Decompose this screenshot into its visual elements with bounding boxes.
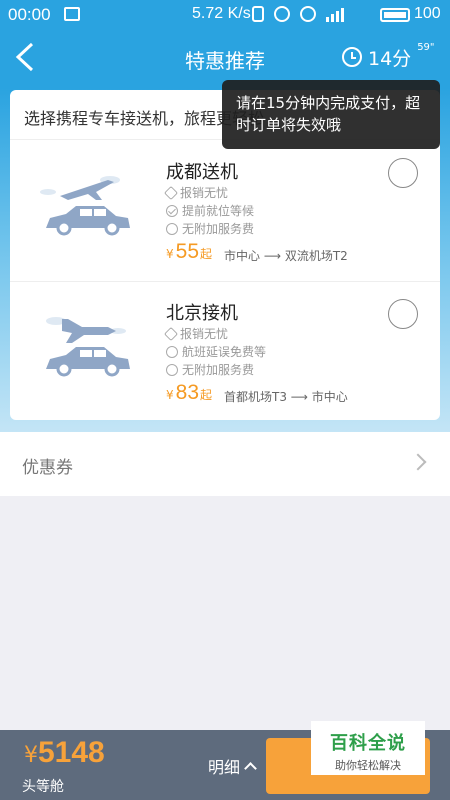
wifi-icon [300, 6, 316, 22]
service-route: 首都机场T3 ⟶ 市中心 [224, 390, 348, 404]
car-plane-illustration [40, 176, 130, 236]
feature-item: 无附加服务费 [166, 361, 254, 378]
total-price: ¥ 5148 [24, 736, 105, 769]
service-select-radio[interactable] [388, 299, 418, 329]
alarm-icon [274, 6, 290, 22]
feature-item: 航班延误免费等 [166, 343, 266, 360]
service-route: 市中心 ⟶ 双流机场T2 [224, 249, 348, 263]
price-detail-button[interactable]: 明细 [208, 754, 257, 778]
payment-timeout-tooltip: 请在15分钟内完成支付，超时订单将失效哦 [222, 80, 440, 149]
check-icon [166, 204, 178, 217]
payment-countdown: 14分 59" [342, 42, 435, 71]
receipt-icon [163, 326, 179, 341]
service-item-chengdu-dropoff[interactable]: 成都送机 报销无忧 提前就位等候 无附加服务费 ¥ 55 起 市中心 ⟶ 双流机… [10, 142, 440, 282]
service-item-beijing-pickup[interactable]: 北京接机 报销无忧 航班延误免费等 无附加服务费 ¥ 83 起 首都机场T3 ⟶… [10, 283, 440, 420]
watermark-title: 百科全说 [330, 733, 406, 754]
status-bar: 00:00 5.72 K/s 100 [0, 0, 450, 30]
service-price: ¥ 83 起 [166, 381, 213, 404]
chevron-up-icon [244, 761, 257, 775]
watermark-subtitle: 助你轻松解决 [335, 759, 401, 772]
clock-icon [342, 47, 362, 67]
coupon-row[interactable]: 优惠券 [0, 432, 450, 496]
no-fee-icon [166, 363, 178, 376]
status-icons [252, 6, 344, 22]
image-notification-icon [64, 7, 80, 21]
chevron-right-icon [409, 453, 427, 471]
battery-icon [380, 8, 410, 22]
clock-icon [166, 345, 178, 358]
service-title: 北京接机 [166, 303, 238, 324]
countdown-seconds: 59" [417, 42, 435, 53]
signal-icon [326, 6, 344, 22]
coupon-label: 优惠券 [22, 458, 73, 478]
service-select-radio[interactable] [388, 158, 418, 188]
network-speed: 5.72 K/s [192, 5, 251, 22]
cabin-class: 头等舱 [22, 779, 64, 795]
feature-item: 报销无忧 [163, 184, 228, 201]
battery-level: 100 [414, 5, 441, 22]
service-title: 成都送机 [166, 162, 238, 183]
feature-item: 提前就位等候 [166, 202, 254, 219]
receipt-icon [163, 185, 179, 200]
vibrate-icon [252, 6, 264, 22]
feature-item: 报销无忧 [163, 325, 228, 342]
status-time: 00:00 [8, 5, 51, 24]
feature-item: 无附加服务费 [166, 220, 254, 237]
service-price: ¥ 55 起 [166, 240, 213, 263]
car-plane-illustration [46, 317, 130, 377]
countdown-minutes: 14分 [368, 48, 412, 70]
detail-label: 明细 [208, 758, 241, 777]
watermark-logo: 百科全说 助你轻松解决 [311, 721, 425, 775]
no-fee-icon [166, 222, 178, 235]
